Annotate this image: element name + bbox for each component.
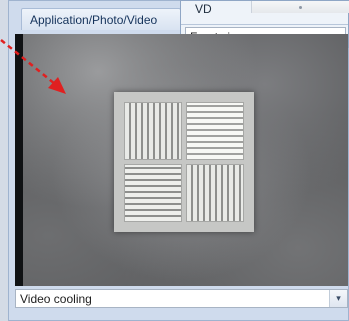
diffuser-quadrant-top-left — [124, 102, 182, 160]
vd-dot-icon — [299, 6, 302, 9]
diffuser-quadrant-bottom-right — [186, 164, 244, 222]
vd-label: VD — [195, 2, 212, 16]
tab-application-photo-video[interactable]: Application/Photo/Video — [21, 8, 181, 30]
diffuser-quadrant-bottom-left — [124, 164, 182, 222]
vd-row[interactable]: VD — [181, 1, 349, 25]
video-select[interactable]: Video cooling ▾ — [15, 289, 348, 308]
diffuser-quadrant-top-right — [186, 102, 244, 160]
video-select-value: Video cooling — [20, 292, 92, 306]
video-frame[interactable] — [15, 34, 348, 286]
ceiling-diffuser-image — [114, 92, 254, 232]
chevron-down-icon[interactable]: ▾ — [329, 290, 347, 307]
